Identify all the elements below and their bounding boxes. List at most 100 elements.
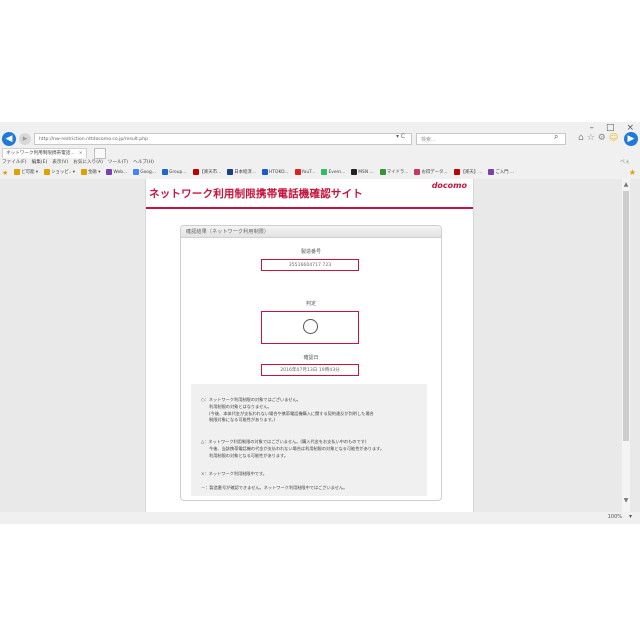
star-icon[interactable]: ☆ (587, 133, 595, 143)
favorite-site-icon (294, 168, 301, 175)
favorite-item[interactable]: MSN ... (351, 168, 374, 178)
favorite-item[interactable]: HTOKO... (262, 168, 289, 178)
favorite-site-icon (453, 168, 460, 175)
forward-arrow-button[interactable]: ▶ (624, 132, 638, 146)
favorite-label: ど可能 ▾ (21, 170, 39, 175)
favorite-label: ショッピ.. ▾ (51, 170, 76, 175)
favorite-item[interactable]: ショッピ.. ▾ (44, 168, 75, 178)
legend-circle-line: 制限対象になる可能性があります。) (209, 417, 276, 423)
favorite-label: HTOKO... (269, 170, 289, 175)
legend-dash: －：製造番号が確認できません。ネットワーク利用制限中ではございません。 (201, 485, 348, 490)
serial-label: 製造番号 (300, 249, 321, 255)
judgement-label: 判定 (305, 301, 316, 307)
page-content: ネットワーク利用制限携帯電話機確認サイト docomo 確認結果（ネットワーク利… (145, 179, 474, 512)
status-bar: 100% ▾ (0, 512, 640, 524)
favorite-item[interactable]: 日本経済... (227, 168, 256, 178)
gear-icon[interactable]: ⚙ (598, 133, 606, 143)
forward-button[interactable]: ▸ (19, 133, 31, 145)
favorite-item[interactable]: YouT... (294, 168, 316, 178)
favorite-label: 金融 ▾ (88, 170, 101, 175)
favorite-label: 【楽天】... (460, 170, 483, 175)
page-viewport: ネットワーク利用制限携帯電話機確認サイト docomo 確認結果（ネットワーク利… (0, 179, 640, 512)
tab-strip: ネットワーク利用制限携帯電話... × (0, 148, 640, 159)
tab-close-icon[interactable]: × (79, 151, 83, 156)
favorite-site-icon (192, 168, 199, 175)
legend-cross: ×：ネットワーク利用制限中です。 (201, 471, 267, 476)
favorite-site-icon (44, 168, 51, 175)
zoom-dropdown-icon[interactable]: ▾ (629, 513, 632, 520)
menu-edit[interactable]: 編集(E) (32, 158, 48, 167)
arrow-left-icon: ◀ (5, 134, 13, 144)
favorite-site-icon (161, 168, 168, 175)
favorite-item[interactable]: 【楽天】... (453, 168, 483, 178)
scroll-up-icon[interactable]: ▲ (622, 181, 630, 189)
favorite-site-icon (227, 168, 234, 175)
favorites-bar: ★ ど可能 ▾ ショッピ.. ▾ 金融 ▾ Web... Goog... Group...… (0, 168, 640, 178)
favorite-item[interactable]: 金融 ▾ (81, 168, 100, 178)
favorite-site-icon (133, 168, 140, 175)
favorite-label: Group... (168, 170, 187, 175)
legend-circle-head: ○：ネットワーク利用制限の対象ではございません。 (201, 397, 301, 402)
panel-header: 確認結果（ネットワーク利用制限） (181, 226, 441, 238)
home-icon[interactable]: ⌂ (578, 133, 584, 143)
favorite-site-icon (351, 168, 358, 175)
favorites-star-icon[interactable]: ★ (629, 168, 636, 178)
menu-favorites[interactable]: お気に入り(A) (73, 158, 103, 167)
favorite-label: Goog... (140, 170, 156, 175)
favorite-item[interactable]: Web... (106, 168, 127, 178)
arrow-right-icon: ▶ (627, 134, 635, 144)
menu-right-text: ぺぇ (619, 159, 630, 165)
favorite-item[interactable]: ど可能 ▾ (14, 168, 38, 178)
favorite-site-icon (414, 168, 421, 175)
favorite-site-icon (14, 168, 21, 175)
address-input[interactable]: http://nw-restriction.nttdocomo.co.jp/re… (34, 133, 412, 145)
favorite-label: 【楽天市... (199, 170, 222, 175)
favorite-label: Evern... (328, 170, 346, 175)
menu-tools[interactable]: ツール(T) (108, 158, 128, 167)
legend-triangle-line: 利用制限の対象となる可能性があります。 (209, 452, 289, 458)
tab-label: ネットワーク利用制限携帯電話... (6, 151, 75, 156)
favorite-item[interactable]: Group... (161, 168, 187, 178)
favorite-site-icon (321, 168, 328, 175)
scroll-thumb[interactable] (623, 191, 629, 441)
favorite-site-icon (488, 168, 495, 175)
search-icon[interactable]: ⌕ (554, 132, 558, 142)
back-button[interactable]: ◀ (2, 132, 16, 146)
favorite-label: お得データ... (421, 170, 448, 175)
favorite-label: YouT... (301, 170, 316, 175)
menu-view[interactable]: 表示(V) (52, 158, 68, 167)
date-value: 2016年07月13日 19時43分 (261, 364, 359, 376)
legend-box: ○：ネットワーク利用制限の対象ではございません。 利用制限の対象とはなりません。… (191, 384, 427, 496)
refresh-icon[interactable]: ▾ C (396, 133, 405, 140)
favorite-site-icon (262, 168, 268, 175)
scroll-down-icon[interactable]: ▼ (622, 497, 630, 505)
favorite-site-icon (106, 168, 113, 175)
date-label: 確認日 (303, 355, 319, 361)
tab-active[interactable]: ネットワーク利用制限携帯電話... × (2, 148, 87, 158)
menu-file[interactable]: ファイル(F) (2, 158, 27, 167)
favorite-item[interactable]: マイドラ... (379, 168, 409, 178)
site-header: ネットワーク利用制限携帯電話機確認サイト docomo (146, 179, 473, 209)
legend-triangle-line: 今後、当該携帯電話機の代金が支払われない場合は利用制限の対象となる可能性がありま… (209, 445, 385, 451)
favorite-site-icon (81, 168, 88, 175)
favorites-star-icon[interactable]: ★ (2, 168, 8, 178)
favorite-item[interactable]: お得データ... (414, 168, 448, 178)
docomo-logo: docomo (431, 181, 467, 190)
vertical-scrollbar[interactable]: ▲ ▼ (622, 179, 630, 512)
zoom-level[interactable]: 100% (608, 514, 622, 520)
favorite-item[interactable]: Goog... (133, 168, 156, 178)
menu-bar: ファイル(F) 編集(E) 表示(V) お気に入り(A) ツール(T) ヘルプ(… (2, 158, 154, 167)
favorite-label: マイドラ... (386, 170, 409, 175)
smiley-icon[interactable]: ☺ (609, 133, 618, 143)
legend-triangle: △：ネットワーク利用制限の対象ではございません。(購入代金をお支払い中のものです… (201, 439, 384, 459)
menu-help[interactable]: ヘルプ(H) (133, 158, 154, 167)
favorite-item[interactable]: Evern... (321, 168, 345, 178)
legend-circle-line: 利用制限の対象とはなりません。 (209, 403, 272, 409)
favorite-item[interactable]: 【楽天市... (192, 168, 222, 178)
address-bar-row: ◀ ▸ http://nw-restriction.nttdocomo.co.j… (0, 132, 640, 148)
favorite-label: 日本経済... (234, 170, 256, 175)
legend-circle: ○：ネットワーク利用制限の対象ではございません。 利用制限の対象とはなりません。… (201, 397, 374, 424)
favorite-item[interactable]: ご入門 ... (488, 168, 514, 178)
search-input[interactable]: 検索... (416, 133, 566, 145)
result-panel: 確認結果（ネットワーク利用制限） 製造番号 35516604717 723 判定… (180, 225, 442, 501)
